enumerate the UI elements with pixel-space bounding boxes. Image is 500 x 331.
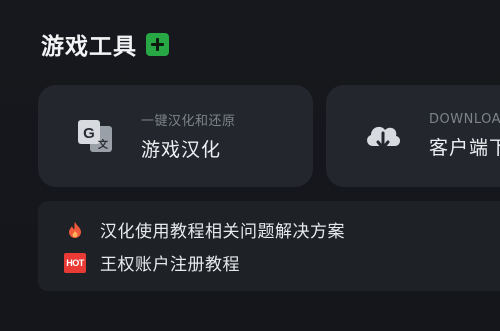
card-title: 游戏汉化 — [141, 139, 222, 161]
hot-badge: HOT — [64, 252, 86, 273]
cloud-download-icon — [367, 126, 401, 150]
card-subtitle: 一键汉化和还原 — [141, 114, 236, 129]
link-text: 汉化使用教程相关问题解决方案 — [100, 222, 345, 242]
translate-icon: G 文 — [78, 120, 112, 152]
section-header: 游戏工具 — [41, 27, 169, 61]
fire-icon — [64, 219, 86, 241]
card-subtitle: DOWNLOAD — [429, 112, 500, 127]
help-links-panel: 汉化使用教程相关问题解决方案 HOT 王权账户注册教程 — [38, 201, 500, 291]
card-title: 客户端下载 — [429, 137, 500, 159]
card-game-localization[interactable]: G 文 一键汉化和还原 游戏汉化 — [38, 85, 313, 187]
hot-badge-icon: HOT — [64, 252, 86, 274]
card-client-download[interactable]: DOWNLOAD 客户端下载 — [326, 85, 500, 187]
link-account-registration[interactable]: HOT 王权账户注册教程 — [38, 246, 500, 279]
svg-text:文: 文 — [98, 138, 109, 151]
link-localization-faq[interactable]: 汉化使用教程相关问题解决方案 — [38, 213, 500, 246]
svg-text:G: G — [83, 125, 95, 142]
add-tool-button[interactable] — [146, 32, 169, 56]
game-tools-page: 游戏工具 G 文 一键汉化和还原 游戏汉化 DOWNLOAD 客户端下载 — [0, 0, 500, 331]
link-text: 王权账户注册教程 — [100, 255, 240, 275]
section-title: 游戏工具 — [41, 34, 137, 60]
